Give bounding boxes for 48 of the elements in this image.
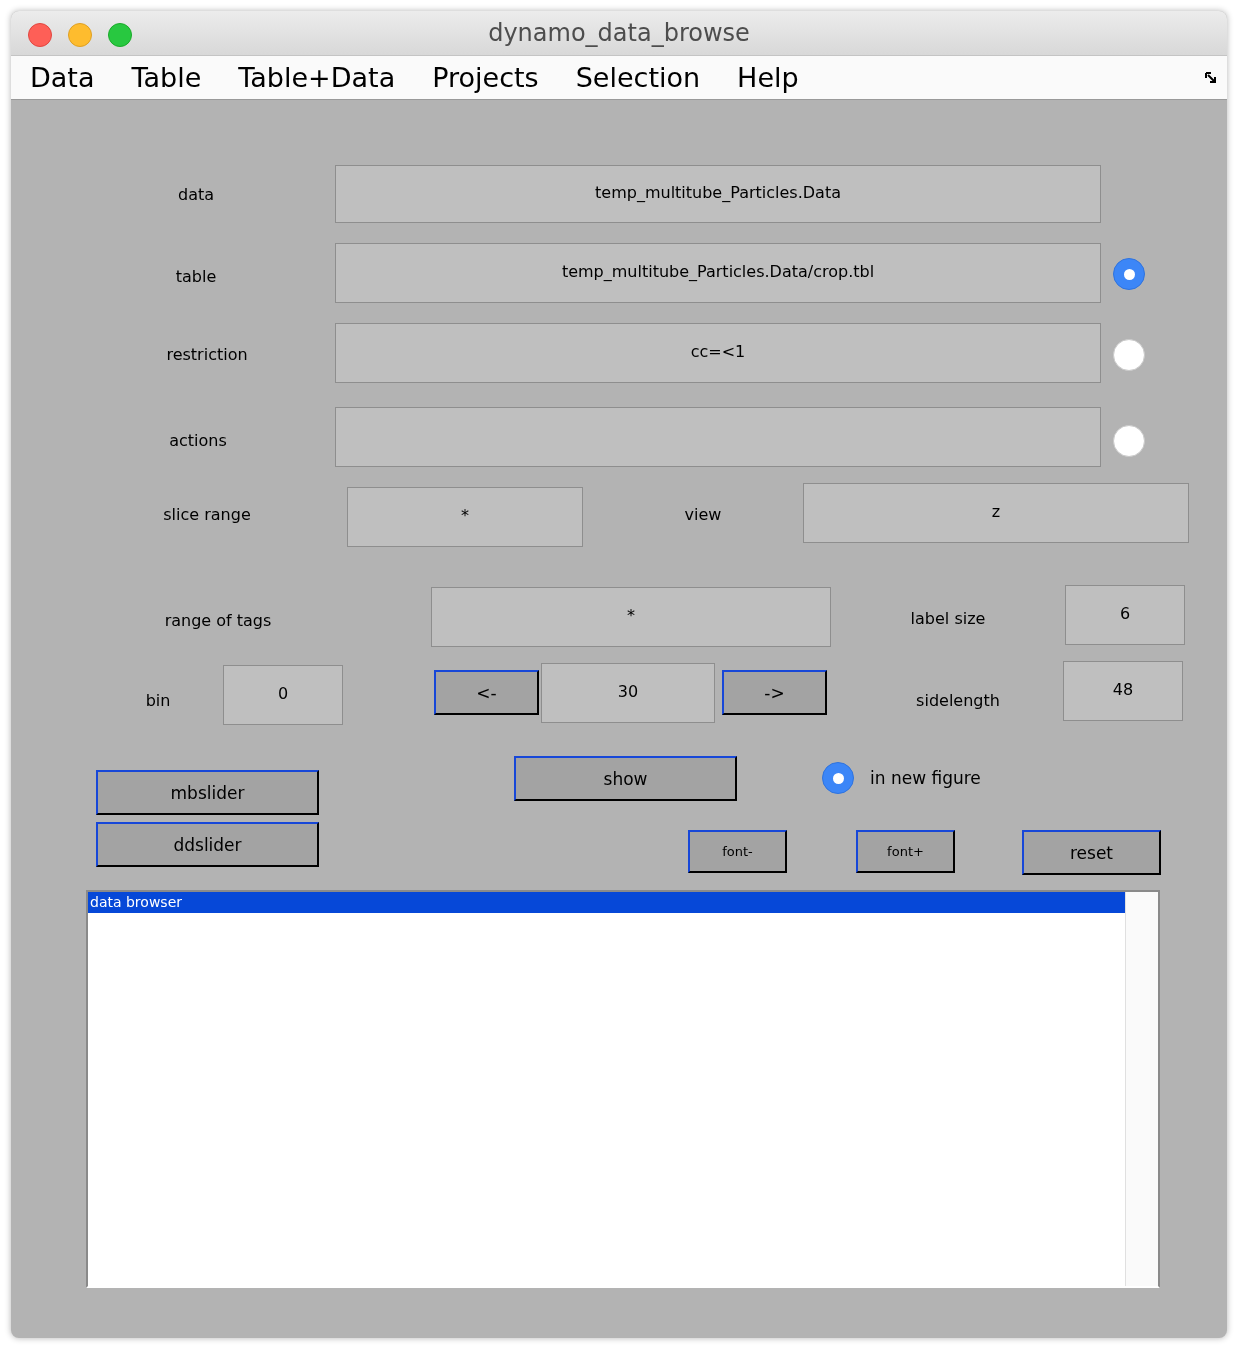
- field-label: table: [174, 265, 218, 288]
- field-label: slice range: [162, 503, 252, 526]
- field-label: view: [683, 503, 723, 526]
- radio-button[interactable]: [1113, 425, 1145, 457]
- menu-item[interactable]: Projects: [432, 62, 539, 93]
- input-field[interactable]: *: [431, 587, 831, 647]
- field-label: label size: [909, 607, 987, 630]
- button[interactable]: ->: [722, 670, 827, 715]
- menu-item[interactable]: Help: [737, 62, 799, 93]
- window-title: dynamo_data_browse: [488, 19, 750, 47]
- radio-button[interactable]: [1113, 258, 1145, 290]
- menu-item[interactable]: Selection: [575, 62, 701, 93]
- radio-label: in new figure: [870, 768, 981, 788]
- field-label: bin: [144, 689, 172, 712]
- input-field[interactable]: 30: [541, 663, 715, 723]
- button[interactable]: ddslider: [96, 822, 319, 867]
- button[interactable]: mbslider: [96, 770, 319, 815]
- menu-item[interactable]: Table+Data: [238, 62, 396, 93]
- list-box[interactable]: data browser: [86, 890, 1160, 1288]
- input-field[interactable]: 0: [223, 665, 343, 725]
- field-label: data: [176, 183, 215, 206]
- field-label: actions: [168, 429, 228, 452]
- close-icon[interactable]: [28, 23, 52, 47]
- input-field[interactable]: [335, 407, 1101, 467]
- button[interactable]: reset: [1022, 830, 1161, 875]
- scroll-bar[interactable]: [1125, 892, 1158, 1286]
- menu-item[interactable]: Table: [131, 62, 202, 93]
- button[interactable]: <-: [434, 670, 539, 715]
- field-label: restriction: [165, 343, 249, 366]
- button[interactable]: font-: [688, 830, 787, 873]
- input-field[interactable]: *: [347, 487, 583, 547]
- button[interactable]: font+: [856, 830, 955, 873]
- input-field[interactable]: 48: [1063, 661, 1183, 721]
- field-label: range of tags: [163, 609, 273, 632]
- input-field[interactable]: temp_multitube_Particles.Data: [335, 165, 1101, 223]
- input-field[interactable]: cc=<1: [335, 323, 1101, 383]
- button[interactable]: show: [514, 756, 737, 801]
- radio-button[interactable]: [822, 762, 854, 794]
- zoom-icon[interactable]: [108, 23, 132, 47]
- input-field[interactable]: temp_multitube_Particles.Data/crop.tbl: [335, 243, 1101, 303]
- radio-button[interactable]: [1113, 339, 1145, 371]
- input-field[interactable]: z: [803, 483, 1189, 543]
- input-field[interactable]: 6: [1065, 585, 1185, 645]
- dock-arrow-icon[interactable]: [1205, 72, 1217, 84]
- menu-item[interactable]: Data: [30, 62, 95, 93]
- list-item[interactable]: data browser: [88, 892, 1125, 913]
- minimize-icon[interactable]: [68, 23, 92, 47]
- field-label: sidelength: [915, 689, 1001, 712]
